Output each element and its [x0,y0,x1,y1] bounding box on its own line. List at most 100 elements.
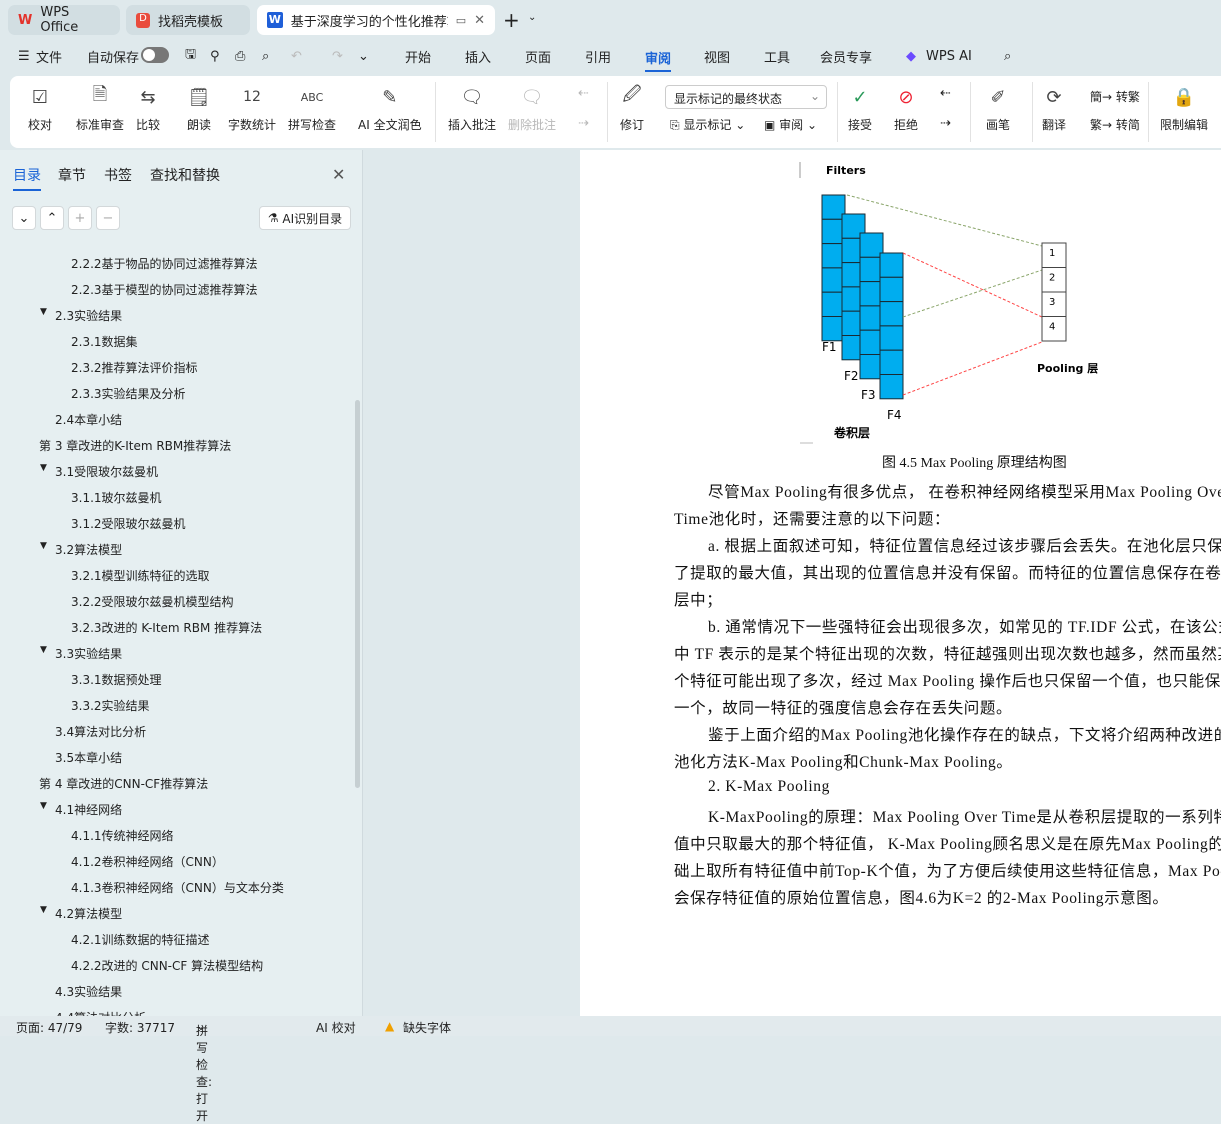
menu-reference[interactable]: 引用 [585,47,611,66]
toc-item[interactable]: 4.1.2卷积神经网络（CNN） [71,853,224,870]
menu-start[interactable]: 开始 [405,47,431,66]
to-traditional-button[interactable]: 簡→ 转繁 [1090,88,1140,105]
undo-icon[interactable]: ↶ [291,49,302,64]
reject-button[interactable]: ⊘ 拒绝 [894,84,918,133]
more-chevron-icon[interactable]: ⌄ [358,49,369,64]
menu-wps-ai[interactable]: WPS AI [926,49,972,64]
toc-item[interactable]: 4.1.1传统神经网络 [71,827,174,844]
tab-chapters[interactable]: 章节 [58,165,86,185]
ai-check-status[interactable]: AI 校对 [316,1019,356,1036]
redo-icon[interactable]: ↷ [332,49,343,64]
compare-button[interactable]: ⇆ 比较 [136,84,160,133]
proofread-button[interactable]: ☑ 校对 [28,84,52,133]
collapse-arrow-icon[interactable]: ▼ [40,645,47,655]
collapse-arrow-icon[interactable]: ▼ [40,801,47,811]
pen-button[interactable]: ✐ 画笔 [986,84,1010,133]
tab-find-replace[interactable]: 查找和替换 [150,165,220,185]
insert-comment-button[interactable]: 🗨 插入批注 [448,84,496,133]
toc-item[interactable]: 2.2.3基于模型的协同过滤推荐算法 [71,281,258,298]
collapse-up-button[interactable]: ⌃ [40,206,64,230]
delete-comment-button[interactable]: 🗨 删除批注 [508,84,556,133]
remove-level-button[interactable]: − [96,206,120,230]
toc-item[interactable]: 第 3 章改进的K-Item RBM推荐算法 [39,437,231,454]
restrict-edit-button[interactable]: 🔒 限制编辑 [1160,84,1208,133]
prev-comment-icon[interactable]: ⇠ [578,86,589,101]
toc-item[interactable]: 3.2.2受限玻尔兹曼机模型结构 [71,593,234,610]
menu-view[interactable]: 视图 [704,47,730,66]
ai-toc-button[interactable]: ⚗ AI识别目录 [259,206,351,230]
toc-item[interactable]: 3.2.3改进的 K-Item RBM 推荐算法 [71,619,262,636]
spell-check-button[interactable]: ABC 拼写检查 [288,84,336,133]
toc-item[interactable]: 4.1.3卷积神经网络（CNN）与文本分类 [71,879,284,896]
autosave-toggle[interactable] [141,47,169,63]
toc-item[interactable]: 4.4算法对比分析 [55,1009,146,1016]
new-tab-plus-icon[interactable]: + [503,8,520,32]
read-aloud-button[interactable]: 🗒 朗读 [187,84,211,133]
word-count-button[interactable]: 12 字数统计 [228,84,276,133]
ai-polish-button[interactable]: ✎ AI 全文润色 [358,84,422,133]
toc-item[interactable]: 2.3实验结果 [55,307,122,324]
revise-button[interactable]: 🖉 修订 [620,84,644,133]
tab-document[interactable]: W 基于深度学习的个性化推荐算 ▭ ✕ [257,5,495,35]
close-tab-icon[interactable]: ✕ [474,13,485,28]
toc-item[interactable]: 4.1神经网络 [55,801,122,818]
tab-wps-office[interactable]: W WPS Office [8,5,120,35]
menu-review[interactable]: 审阅 [645,48,672,72]
collapse-arrow-icon[interactable]: ▼ [40,463,47,473]
toc-item[interactable]: 3.1.1玻尔兹曼机 [71,489,162,506]
print-icon[interactable]: ⎙ [235,49,245,64]
review-pane-button[interactable]: ▣ 审阅 ⌄ [764,116,817,133]
toc-item[interactable]: 2.2.2基于物品的协同过滤推荐算法 [71,255,258,272]
print-preview-icon[interactable]: ⌕ [262,49,269,64]
toc-item[interactable]: 3.5本章小结 [55,749,122,766]
search-icon[interactable]: ⌕ [1004,49,1011,64]
page-indicator[interactable]: 页面: 47/79 [16,1019,82,1036]
toc-item[interactable]: 4.3实验结果 [55,983,122,1000]
menu-page[interactable]: 页面 [525,47,551,66]
menu-tools[interactable]: 工具 [764,47,790,66]
missing-font-status[interactable]: 缺失字体 [403,1019,451,1036]
chevron-down-icon[interactable]: ⌄ [528,12,536,23]
toc-item[interactable]: 4.2.2改进的 CNN-CF 算法模型结构 [71,957,263,974]
to-simplified-button[interactable]: 繁→ 转简 [1090,116,1140,133]
toc-item[interactable]: 2.4本章小结 [55,411,122,428]
toc-item[interactable]: 3.2.1模型训练特征的选取 [71,567,210,584]
word-count-indicator[interactable]: 字数: 37717 [105,1019,175,1036]
hamburger-icon[interactable]: ☰ [18,49,30,64]
tab-docer[interactable]: D 找稻壳模板 [126,5,250,35]
show-markup-button[interactable]: ⎘ 显示标记 ⌄ [670,116,745,133]
next-change-icon[interactable]: ⇢ [940,116,951,131]
prev-change-icon[interactable]: ⇠ [940,86,951,101]
menu-file[interactable]: 文件 [36,47,62,66]
toc-item[interactable]: 4.2算法模型 [55,905,122,922]
collapse-arrow-icon[interactable]: ▼ [40,905,47,915]
spell-check-status[interactable]: 拼写检查: 打开 ⌄ [196,1019,212,1123]
standard-review-button[interactable]: 🗎 标准审查 [76,84,124,133]
menu-member[interactable]: 会员专享 [820,47,872,66]
accept-button[interactable]: ✓ 接受 [848,84,872,133]
next-comment-icon[interactable]: ⇢ [578,116,589,131]
menu-insert[interactable]: 插入 [465,47,491,66]
sidebar-scrollbar[interactable] [355,400,360,788]
expand-down-button[interactable]: ⌄ [12,206,36,230]
add-level-button[interactable]: + [68,206,92,230]
toc-item[interactable]: 4.2.1训练数据的特征描述 [71,931,210,948]
close-icon[interactable]: ✕ [332,165,345,184]
toc-item[interactable]: 3.3.1数据预处理 [71,671,162,688]
toc-item[interactable]: 2.3.1数据集 [71,333,138,350]
toc-item[interactable]: 3.2算法模型 [55,541,122,558]
toc-item[interactable]: 第 4 章改进的CNN-CF推荐算法 [39,775,208,792]
toc-item[interactable]: 3.1.2受限玻尔兹曼机 [71,515,186,532]
toc-item[interactable]: 2.3.3实验结果及分析 [71,385,186,402]
markup-state-select[interactable]: 显示标记的最终状态 ⌄ [665,85,827,109]
share-icon[interactable]: ⚲ [210,49,220,64]
toc-item[interactable]: 3.4算法对比分析 [55,723,146,740]
toc-item[interactable]: 2.3.2推荐算法评价指标 [71,359,198,376]
monitor-icon[interactable]: ▭ [456,14,466,27]
tab-bookmarks[interactable]: 书签 [104,165,132,185]
translate-button[interactable]: ⟳ 翻译 [1042,84,1066,133]
toc-item[interactable]: 3.1受限玻尔兹曼机 [55,463,158,480]
collapse-arrow-icon[interactable]: ▼ [40,541,47,551]
toc-item[interactable]: 3.3.2实验结果 [71,697,150,714]
save-icon[interactable]: 🖫 [185,45,196,67]
